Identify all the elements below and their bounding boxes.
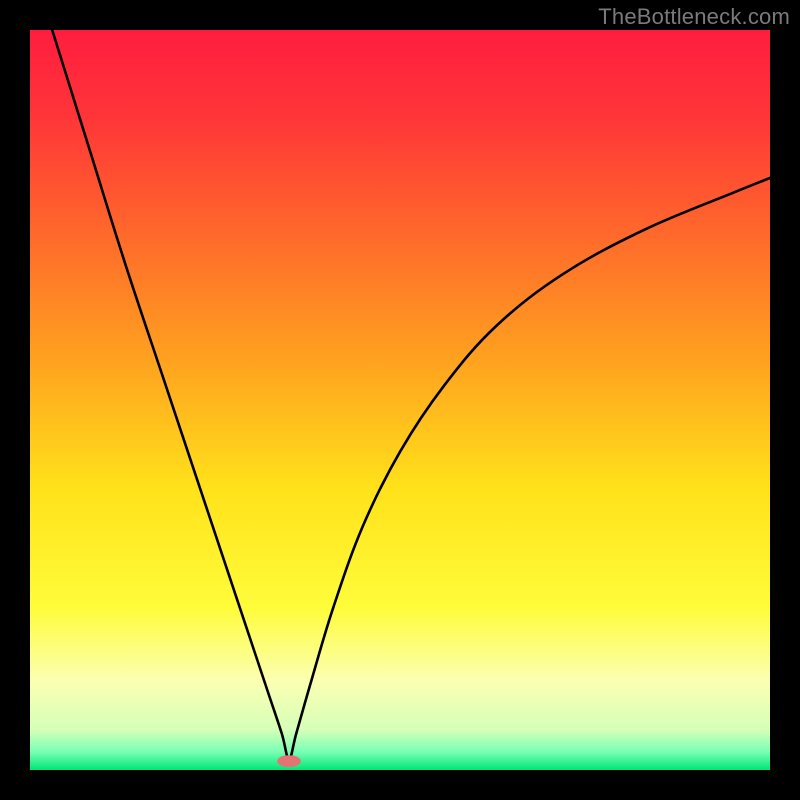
outer-frame: TheBottleneck.com xyxy=(0,0,800,800)
watermark-text: TheBottleneck.com xyxy=(598,4,790,30)
gradient-background xyxy=(30,30,770,770)
chart-svg xyxy=(30,30,770,770)
chart-plot-area xyxy=(30,30,770,770)
apex-marker xyxy=(277,755,301,767)
